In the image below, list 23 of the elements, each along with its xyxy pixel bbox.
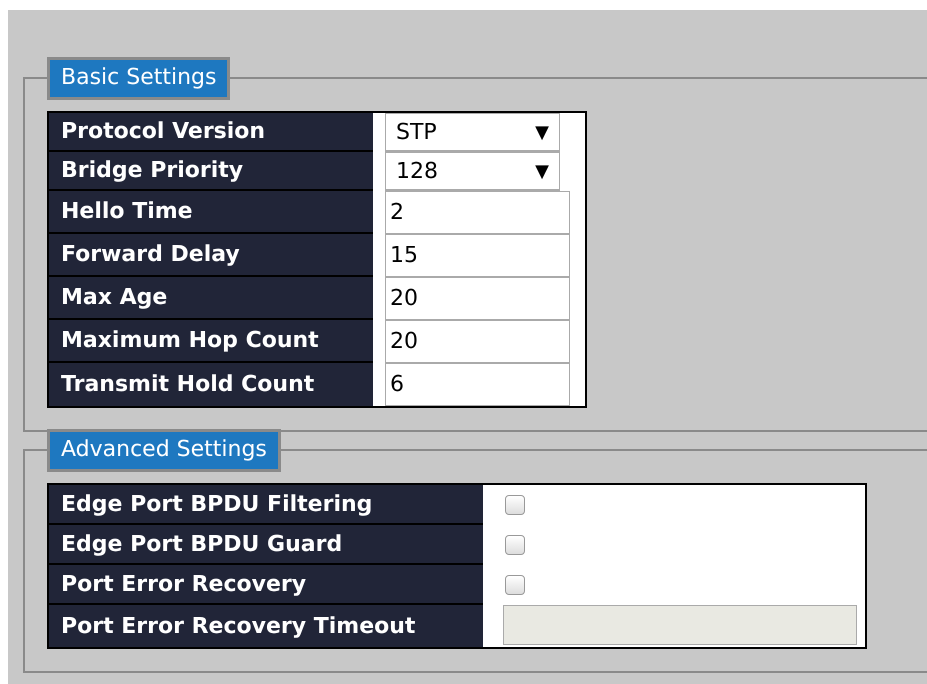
dropdown[interactable]: STP ▼ <box>385 113 560 152</box>
field-label: Edge Port BPDU Filtering <box>49 485 483 525</box>
field-label: Hello Time <box>49 191 373 234</box>
checkbox[interactable] <box>505 575 525 595</box>
section-legend: Basic Settings <box>47 57 230 100</box>
input-field[interactable]: 2 <box>385 191 570 234</box>
field-label: Port Error Recovery <box>49 565 483 605</box>
field-label: Maximum Hop Count <box>49 320 373 363</box>
checkbox[interactable] <box>505 535 525 555</box>
dropdown[interactable]: 128 ▼ <box>385 152 560 191</box>
field-label: Bridge Priority <box>49 152 373 191</box>
input-field[interactable]: 6 <box>385 363 570 406</box>
field-label: Max Age <box>49 277 373 320</box>
input-field[interactable]: 20 <box>385 320 570 363</box>
section-legend: Advanced Settings <box>47 429 281 472</box>
field-label: Edge Port BPDU Guard <box>49 525 483 565</box>
field-label: Protocol Version <box>49 113 373 152</box>
input-field[interactable]: 15 <box>385 234 570 277</box>
field-label: Transmit Hold Count <box>49 363 373 406</box>
field-label: Port Error Recovery Timeout <box>49 605 483 647</box>
checkbox[interactable] <box>505 495 525 515</box>
input-field[interactable]: 20 <box>385 277 570 320</box>
field-label: Forward Delay <box>49 234 373 277</box>
